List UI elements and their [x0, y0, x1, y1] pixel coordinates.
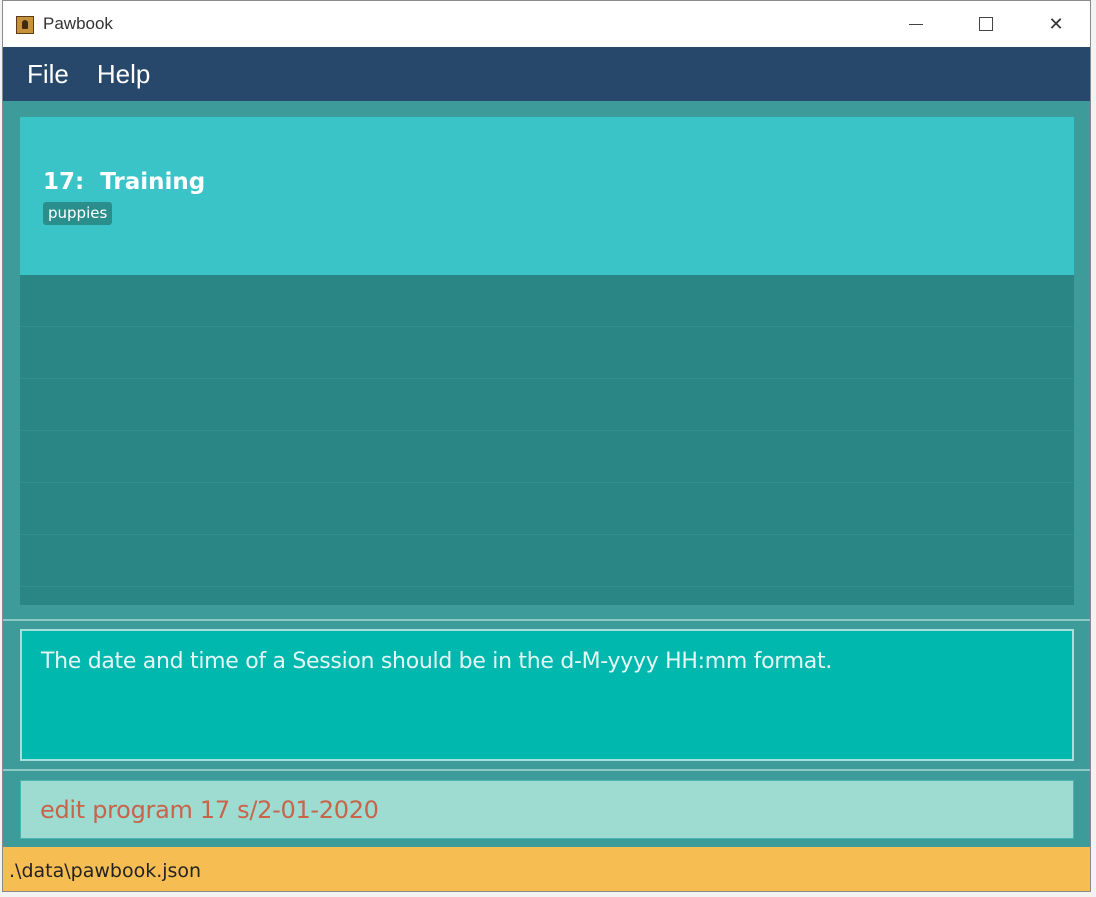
list-panel: 17: Training puppies — [3, 101, 1090, 621]
menu-help[interactable]: Help — [97, 59, 150, 90]
minimize-button[interactable] — [881, 1, 951, 47]
maximize-button[interactable] — [951, 1, 1021, 47]
empty-list-row — [20, 327, 1074, 379]
title-bar[interactable]: Pawbook ✕ — [3, 1, 1090, 47]
pawbook-app-icon — [16, 16, 34, 34]
card-title: 17: Training — [43, 169, 205, 195]
menu-bar: File Help — [3, 47, 1090, 101]
empty-list-row — [20, 483, 1074, 535]
status-bar: .\data\pawbook.json — [3, 847, 1090, 891]
tag-badge: puppies — [43, 202, 113, 225]
list-item[interactable]: 17: Training puppies — [20, 117, 1074, 275]
result-display[interactable]: The date and time of a Session should be… — [20, 629, 1074, 761]
save-file-path: .\data\pawbook.json — [9, 860, 202, 882]
empty-list-row — [20, 431, 1074, 483]
empty-list-row — [20, 535, 1074, 587]
menu-file[interactable]: File — [27, 59, 69, 90]
card-index: 17: — [43, 169, 85, 195]
window-title: Pawbook — [43, 14, 113, 33]
result-panel: The date and time of a Session should be… — [3, 621, 1090, 771]
empty-list-row — [20, 379, 1074, 431]
result-message: The date and time of a Session should be… — [41, 649, 832, 674]
card-name: Training — [100, 169, 206, 195]
program-list[interactable]: 17: Training puppies — [20, 117, 1074, 605]
pawbook-window: Pawbook ✕ File Help 17: Training puppies — [2, 0, 1091, 892]
empty-list-row — [20, 275, 1074, 327]
command-input[interactable] — [20, 780, 1074, 839]
minimize-icon — [909, 23, 923, 25]
close-button[interactable]: ✕ — [1021, 1, 1090, 47]
close-icon: ✕ — [1048, 13, 1064, 35]
command-panel — [3, 771, 1090, 847]
maximize-icon — [979, 17, 993, 31]
